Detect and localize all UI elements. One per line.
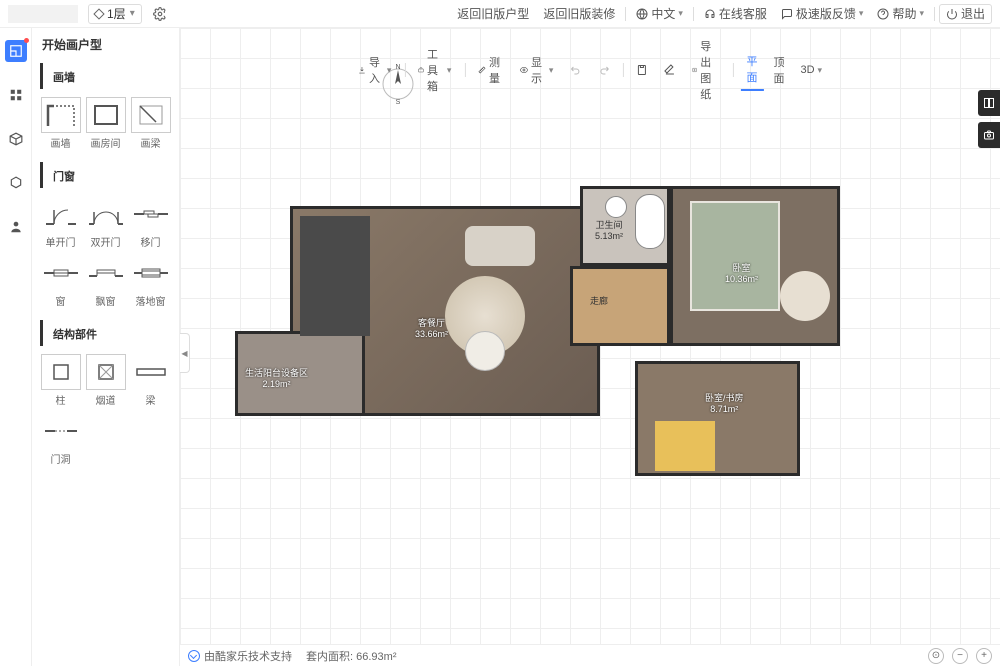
tool-sliding-door[interactable]: 移门	[128, 192, 173, 251]
canvas-toolbar: 导入▾ 工具箱▾ 测量 显示▾ 导出图纸	[352, 34, 828, 106]
zoom-reset-button[interactable]: ⊙	[928, 648, 944, 664]
view-top-tab[interactable]: 顶面	[767, 50, 790, 90]
right-float-buttons	[978, 90, 1000, 148]
chevron-down-icon: ▾	[919, 8, 924, 19]
icon-rail	[0, 28, 32, 666]
panel-title: 开始画户型	[32, 28, 179, 57]
opening-icon	[41, 413, 81, 449]
eraser-icon	[664, 64, 676, 76]
beam-icon	[131, 354, 171, 390]
statusbar: 由酷家乐技术支持 套内面积: 66.93m² ⊙ − +	[180, 644, 1000, 666]
rail-person-button[interactable]	[5, 216, 27, 238]
tool-flue[interactable]: 烟道	[83, 350, 128, 409]
help-icon	[877, 8, 889, 20]
column-icon	[41, 354, 81, 390]
rail-hex-button[interactable]	[5, 172, 27, 194]
draw-wall-icon	[41, 97, 81, 133]
toolbox-icon	[418, 64, 424, 76]
view-3d-tab[interactable]: 3D▾	[794, 60, 828, 80]
redo-icon	[597, 64, 609, 76]
undo-icon	[569, 64, 581, 76]
import-icon	[358, 64, 366, 76]
section-wall-title: 画墙	[40, 63, 179, 89]
language-selector[interactable]: 中文▾	[630, 3, 689, 25]
tool-opening[interactable]: 门洞	[38, 409, 83, 468]
bay-window-icon	[86, 255, 126, 291]
brand-credit: 由酷家乐技术支持	[188, 648, 292, 664]
window-icon	[41, 255, 81, 291]
view-plan-tab[interactable]: 平面	[740, 49, 763, 91]
floor-window-icon	[131, 255, 171, 291]
feedback-button[interactable]: 极速版反馈▾	[775, 3, 870, 25]
chevron-down-icon: ▾	[678, 8, 683, 19]
toolbox-button[interactable]: 工具箱▾	[412, 42, 458, 98]
topbar: 1层 ▾ 返回旧版户型 返回旧版装修 中文▾ 在线客服 极速版反馈▾ 帮助▾	[0, 0, 1000, 28]
draw-beam-icon	[131, 97, 171, 133]
tool-beam[interactable]: 梁	[128, 350, 173, 409]
tool-bay-window[interactable]: 飘窗	[83, 251, 128, 310]
clipboard-button[interactable]	[630, 60, 654, 80]
brand-icon	[188, 650, 200, 662]
floor-label: 1层	[107, 5, 126, 22]
settings-button[interactable]	[150, 4, 170, 24]
canvas[interactable]: N S 导入▾ 工具箱▾ 测量 显示▾	[180, 28, 1000, 644]
camera-button[interactable]	[978, 122, 1000, 148]
tool-panel: 开始画户型 画墙 画墙 画房间 画梁 门窗 单开门 双开门 移门	[32, 28, 180, 666]
ruler-icon	[478, 64, 486, 76]
floor-icon	[93, 8, 104, 19]
back-old-decor-button[interactable]: 返回旧版装修	[537, 3, 621, 25]
layout-toggle-button[interactable]	[978, 90, 1000, 116]
flue-icon	[86, 354, 126, 390]
logo	[8, 5, 78, 23]
rail-floorplan-button[interactable]	[5, 40, 27, 62]
display-button[interactable]: 显示▾	[514, 50, 560, 90]
zoom-in-button[interactable]: +	[976, 648, 992, 664]
eraser-button[interactable]	[658, 60, 682, 80]
globe-icon	[636, 8, 648, 20]
tool-single-door[interactable]: 单开门	[38, 192, 83, 251]
tool-double-door[interactable]: 双开门	[83, 192, 128, 251]
draw-room-icon	[86, 97, 126, 133]
tool-draw-wall[interactable]: 画墙	[38, 93, 83, 152]
import-button[interactable]: 导入▾	[352, 50, 398, 90]
tool-column[interactable]: 柱	[38, 350, 83, 409]
chevron-down-icon: ▾	[130, 8, 135, 19]
tool-draw-room[interactable]: 画房间	[83, 93, 128, 152]
single-door-icon	[41, 196, 81, 232]
export-drawing-button[interactable]: 导出图纸	[686, 34, 726, 106]
power-icon	[946, 8, 958, 20]
eye-icon	[520, 64, 528, 76]
section-door-title: 门窗	[40, 162, 179, 188]
tool-floor-window[interactable]: 落地窗	[128, 251, 173, 310]
rail-cube-button[interactable]	[5, 128, 27, 150]
tool-draw-beam[interactable]: 画梁	[128, 93, 173, 152]
message-icon	[781, 8, 793, 20]
online-service-button[interactable]: 在线客服	[698, 3, 773, 25]
section-struct-title: 结构部件	[40, 320, 179, 346]
back-old-model-button[interactable]: 返回旧版户型	[451, 3, 535, 25]
double-door-icon	[86, 196, 126, 232]
export-icon	[692, 64, 697, 76]
zoom-out-button[interactable]: −	[952, 648, 968, 664]
tool-window[interactable]: 窗	[38, 251, 83, 310]
panel-collapse-handle[interactable]: ◀	[180, 333, 190, 373]
chevron-down-icon: ▾	[859, 8, 864, 19]
help-button[interactable]: 帮助▾	[871, 3, 930, 25]
measure-button[interactable]: 测量	[472, 50, 510, 90]
headset-icon	[704, 8, 716, 20]
zoom-controls: ⊙ − +	[928, 648, 992, 664]
exit-button[interactable]: 退出	[939, 4, 992, 24]
floorplan[interactable]: 客餐厅33.66m² 卫生间5.13m² 走廊 卧室10.36m² 卧室/书房8…	[235, 176, 855, 476]
rail-grid-button[interactable]	[5, 84, 27, 106]
floor-selector[interactable]: 1层 ▾	[88, 4, 142, 24]
area-readout: 套内面积: 66.93m²	[306, 648, 396, 664]
redo-button[interactable]	[591, 60, 615, 80]
sliding-door-icon	[131, 196, 171, 232]
undo-button[interactable]	[563, 60, 587, 80]
clipboard-icon	[636, 64, 648, 76]
